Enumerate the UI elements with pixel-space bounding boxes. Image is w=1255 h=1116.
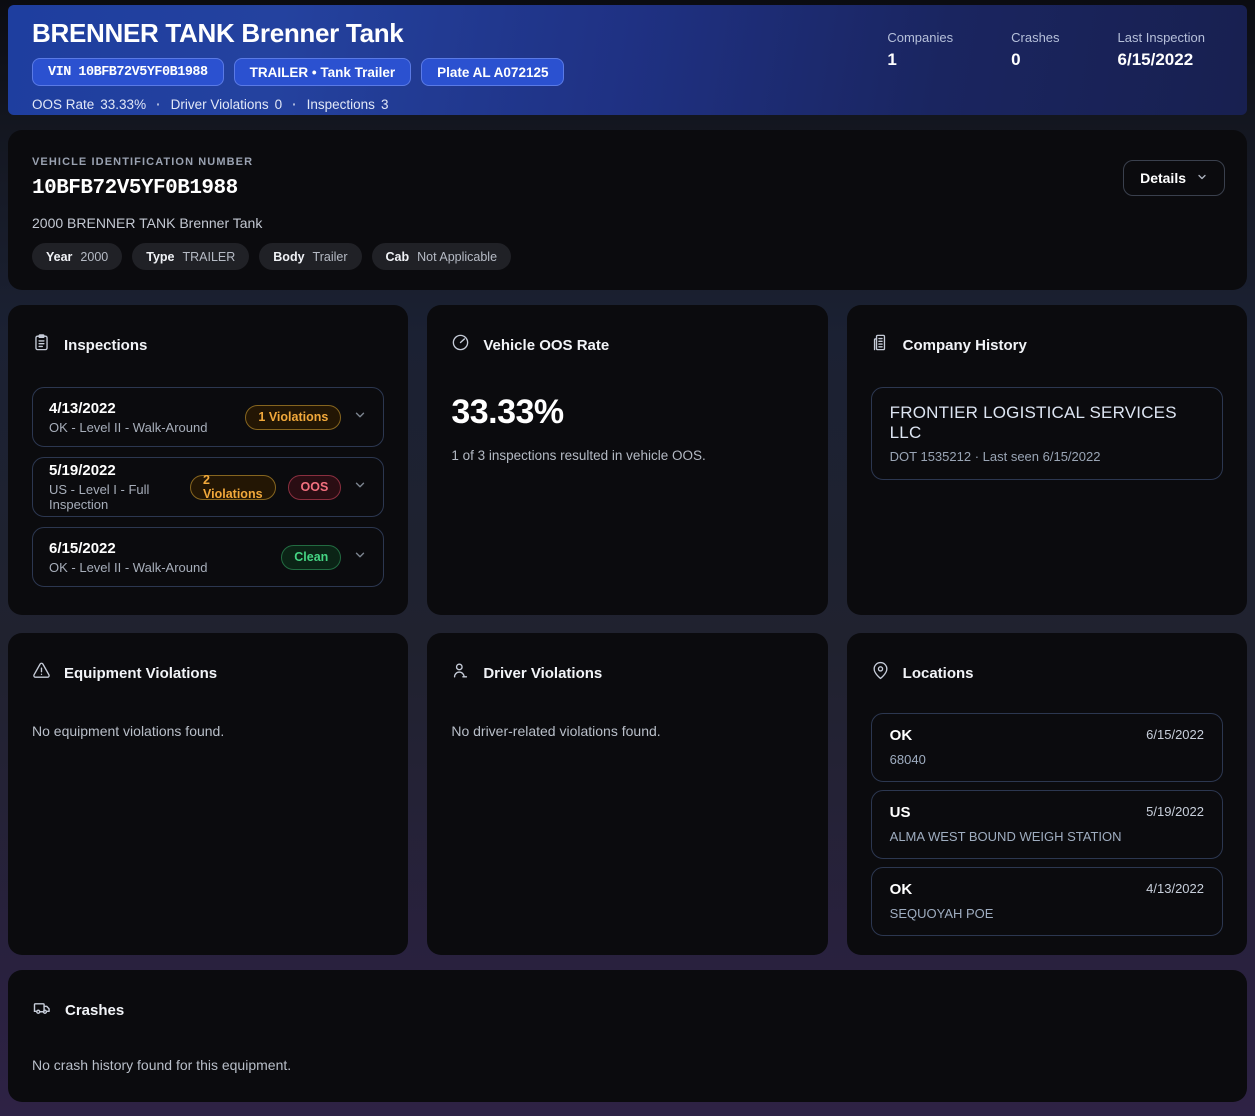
pill-type: Type TRAILER	[132, 243, 249, 270]
locations-card: Locations OK 68040 6/15/2022 US ALMA WES…	[847, 633, 1247, 955]
plate-badge[interactable]: Plate AL A072125	[421, 58, 564, 86]
building-icon	[871, 333, 890, 357]
dot-separator: ·	[156, 97, 161, 112]
oos-rate-value: 33.33%	[451, 393, 803, 432]
crashes-empty: No crash history found for this equipmen…	[32, 1057, 1223, 1073]
page: BRENNER TANK Brenner Tank VIN 10BFB72V5Y…	[0, 0, 1255, 1102]
violations-badge: 1 Violations	[245, 405, 341, 430]
oos-rate-card: Vehicle OOS Rate 33.33% 1 of 3 inspectio…	[427, 305, 827, 615]
vehicle-badges: VIN 10BFB72V5YF0B1988 TRAILER • Tank Tra…	[32, 58, 564, 86]
clipboard-icon	[32, 333, 51, 357]
location-row[interactable]: US ALMA WEST BOUND WEIGH STATION 5/19/20…	[871, 790, 1223, 859]
clean-badge: Clean	[281, 545, 341, 570]
gauge-icon	[451, 333, 470, 357]
inspections-list: 4/13/2022 OK - Level II - Walk-Around 1 …	[32, 387, 384, 587]
company-history-title: Company History	[903, 337, 1027, 354]
substat-oos-rate: OOS Rate 33.33%	[32, 97, 146, 112]
vehicle-attribute-pills: Year 2000 Type TRAILER Body Trailer Cab …	[32, 243, 1223, 270]
pill-body: Body Trailer	[259, 243, 361, 270]
vin-value: 10BFB72V5YF0B1988	[32, 177, 1223, 200]
vehicle-header: BRENNER TANK Brenner Tank VIN 10BFB72V5Y…	[8, 5, 1247, 115]
vehicle-substats: OOS Rate 33.33% · Driver Violations 0 · …	[32, 97, 564, 112]
pill-cab: Cab Not Applicable	[372, 243, 512, 270]
driver-violations-empty: No driver-related violations found.	[451, 723, 803, 739]
crashes-card: Crashes No crash history found for this …	[8, 970, 1247, 1102]
cards-row-2: Equipment Violations No equipment violat…	[8, 633, 1247, 955]
substat-driver-violations: Driver Violations 0	[171, 97, 283, 112]
inspection-row[interactable]: 5/19/2022 US - Level I - Full Inspection…	[32, 457, 384, 517]
locations-title: Locations	[903, 665, 974, 682]
pill-year: Year 2000	[32, 243, 122, 270]
company-history-card: Company History FRONTIER LOGISTICAL SERV…	[847, 305, 1247, 615]
page-title: BRENNER TANK Brenner Tank	[32, 18, 564, 49]
company-details: DOT 1535212 · Last seen 6/15/2022	[890, 449, 1204, 464]
warning-triangle-icon	[32, 661, 51, 685]
truck-icon	[32, 998, 52, 1023]
location-date: 5/19/2022	[1146, 804, 1204, 844]
company-entry[interactable]: FRONTIER LOGISTICAL SERVICES LLC DOT 153…	[871, 387, 1223, 480]
equipment-violations-title: Equipment Violations	[64, 665, 217, 682]
equipment-violations-empty: No equipment violations found.	[32, 723, 384, 739]
equipment-violations-card: Equipment Violations No equipment violat…	[8, 633, 408, 955]
company-name[interactable]: FRONTIER LOGISTICAL SERVICES LLC	[890, 403, 1204, 443]
stat-last-inspection: Last Inspection 6/15/2022	[1118, 30, 1205, 115]
oos-rate-title: Vehicle OOS Rate	[483, 337, 609, 354]
vehicle-header-stats: Companies 1 Crashes 0 Last Inspection 6/…	[887, 18, 1205, 115]
driver-violations-card: Driver Violations No driver-related viol…	[427, 633, 827, 955]
chevron-down-icon[interactable]	[353, 478, 367, 497]
dot-separator: ·	[292, 97, 297, 112]
cards-row-1: Inspections 4/13/2022 OK - Level II - Wa…	[8, 305, 1247, 615]
map-pin-icon	[871, 661, 890, 685]
type-badge[interactable]: TRAILER • Tank Trailer	[234, 58, 412, 86]
crashes-title: Crashes	[65, 1002, 124, 1019]
location-date: 6/15/2022	[1146, 727, 1204, 767]
violations-badge: 2 Violations	[190, 475, 276, 500]
inspections-card: Inspections 4/13/2022 OK - Level II - Wa…	[8, 305, 408, 615]
vehicle-description: 2000 BRENNER TANK Brenner Tank	[32, 215, 1223, 231]
substat-inspections: Inspections 3	[307, 97, 389, 112]
location-row[interactable]: OK 68040 6/15/2022	[871, 713, 1223, 782]
details-button[interactable]: Details	[1123, 160, 1225, 196]
vin-card: VEHICLE IDENTIFICATION NUMBER 10BFB72V5Y…	[8, 130, 1247, 290]
vehicle-header-left: BRENNER TANK Brenner Tank VIN 10BFB72V5Y…	[32, 18, 564, 115]
stat-companies: Companies 1	[887, 30, 953, 115]
driver-icon	[451, 661, 470, 685]
oos-rate-description: 1 of 3 inspections resulted in vehicle O…	[451, 448, 803, 463]
driver-violations-title: Driver Violations	[483, 665, 602, 682]
inspection-row[interactable]: 6/15/2022 OK - Level II - Walk-Around Cl…	[32, 527, 384, 587]
oos-badge: OOS	[288, 475, 342, 500]
location-date: 4/13/2022	[1146, 881, 1204, 921]
chevron-down-icon[interactable]	[353, 408, 367, 427]
location-row[interactable]: OK SEQUOYAH POE 4/13/2022	[871, 867, 1223, 936]
chevron-down-icon	[1196, 170, 1208, 186]
inspection-row[interactable]: 4/13/2022 OK - Level II - Walk-Around 1 …	[32, 387, 384, 447]
vin-label: VEHICLE IDENTIFICATION NUMBER	[32, 156, 1223, 168]
vin-badge[interactable]: VIN 10BFB72V5YF0B1988	[32, 58, 224, 86]
locations-list: OK 68040 6/15/2022 US ALMA WEST BOUND WE…	[871, 713, 1223, 936]
stat-crashes: Crashes 0	[1011, 30, 1059, 115]
chevron-down-icon[interactable]	[353, 548, 367, 567]
inspections-title: Inspections	[64, 337, 147, 354]
